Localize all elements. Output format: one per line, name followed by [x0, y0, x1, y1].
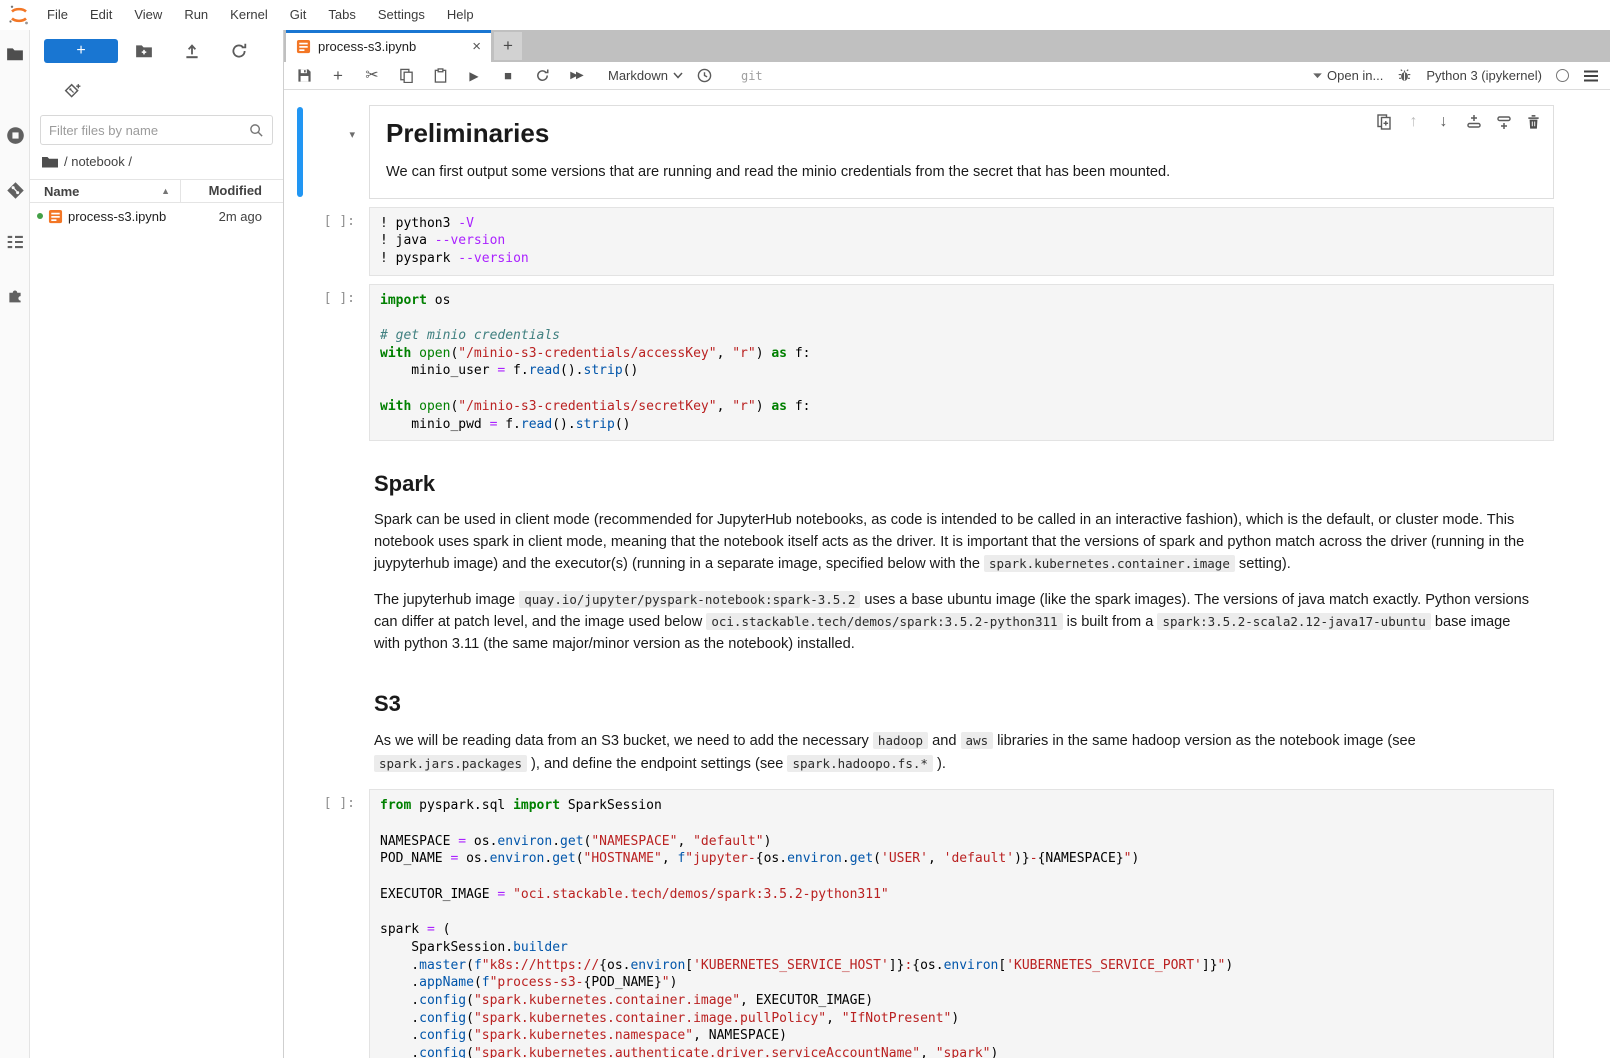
- code-editor[interactable]: from pyspark.sql import SparkSession NAM…: [369, 789, 1554, 1058]
- running-kernels-icon[interactable]: [5, 125, 25, 145]
- cell-code-spark-session: [ ]: from pyspark.sql import SparkSessio…: [294, 789, 1554, 1058]
- cell-toolbar: ↑ ↓: [1371, 111, 1546, 132]
- insert-cell-icon[interactable]: +: [330, 68, 346, 84]
- paste-icon[interactable]: [432, 68, 448, 84]
- restart-kernel-icon[interactable]: [534, 68, 550, 84]
- cell-prompt: [ ]:: [294, 207, 369, 276]
- file-modified: 2m ago: [219, 209, 283, 224]
- column-name[interactable]: Name ▲: [30, 184, 180, 199]
- run-icon[interactable]: ▶: [466, 68, 482, 84]
- cell-prompt: [ ]:: [294, 284, 369, 442]
- menu-kernel[interactable]: Kernel: [219, 0, 279, 30]
- debugger-icon[interactable]: [1397, 68, 1412, 83]
- file-name: process-s3.ipynb: [68, 209, 219, 224]
- selected-cell-indicator: [297, 107, 303, 197]
- kernel-name[interactable]: Python 3 (ipykernel): [1426, 68, 1542, 83]
- move-cell-up-icon[interactable]: ↑: [1405, 113, 1422, 130]
- new-tab-button[interactable]: +: [494, 32, 522, 60]
- save-icon[interactable]: [296, 68, 312, 84]
- delete-cell-icon[interactable]: [1525, 113, 1542, 130]
- close-tab-icon[interactable]: ×: [472, 39, 481, 54]
- column-modified[interactable]: Modified: [180, 180, 283, 202]
- toolbar-menu-icon[interactable]: [1583, 69, 1599, 83]
- menu-tabs[interactable]: Tabs: [317, 0, 366, 30]
- main-panel: process-s3.ipynb × + + ✂ ▶ ■ ▶▶: [283, 30, 1610, 1058]
- activity-bar: [0, 30, 30, 1058]
- markdown-paragraph: The jupyterhub image quay.io/jupyter/pys…: [374, 589, 1538, 656]
- cut-icon[interactable]: ✂: [364, 68, 380, 84]
- file-filter-input[interactable]: [49, 123, 249, 138]
- git-toolbar-button[interactable]: git: [741, 69, 763, 83]
- chevron-down-icon: [673, 72, 683, 79]
- heading-s3: S3: [374, 691, 1538, 717]
- heading-preliminaries: Preliminaries: [386, 118, 1537, 149]
- menu-file[interactable]: File: [36, 0, 79, 30]
- copy-icon[interactable]: [398, 68, 414, 84]
- restart-run-all-icon[interactable]: ▶▶: [568, 68, 584, 84]
- move-cell-down-icon[interactable]: ↓: [1435, 113, 1452, 130]
- table-of-contents-icon[interactable]: [5, 232, 25, 252]
- cell-markdown-s3: S3 As we will be reading data from an S3…: [294, 669, 1554, 781]
- open-in-dropdown[interactable]: Open in...: [1313, 68, 1383, 83]
- collapse-heading-icon[interactable]: ▾: [349, 129, 355, 141]
- cell-code-versions: [ ]: ! python3 -V! java --version! pyspa…: [294, 207, 1554, 276]
- cell-prompt: [ ]:: [294, 789, 369, 1058]
- menu-bar: File Edit View Run Kernel Git Tabs Setti…: [0, 0, 1610, 30]
- file-browser-icon[interactable]: [5, 44, 25, 64]
- file-row[interactable]: process-s3.ipynb 2m ago: [30, 204, 283, 228]
- file-browser-panel: +: [30, 30, 283, 1058]
- notebook-file-icon: [296, 39, 311, 54]
- execution-time-icon[interactable]: [697, 68, 713, 84]
- file-filter: [40, 115, 273, 145]
- markdown-cell-body: Spark Spark can be used in client mode (…: [369, 449, 1554, 661]
- insert-cell-below-icon[interactable]: [1495, 113, 1512, 130]
- notebook-toolbar: + ✂ ▶ ■ ▶▶ Markdown git: [284, 62, 1610, 90]
- tab-title: process-s3.ipynb: [318, 39, 466, 54]
- refresh-icon[interactable]: [230, 42, 248, 60]
- new-folder-icon[interactable]: [135, 42, 153, 60]
- menu-help[interactable]: Help: [436, 0, 485, 30]
- menu-edit[interactable]: Edit: [79, 0, 123, 30]
- git-icon[interactable]: [5, 180, 25, 200]
- file-status-dot: [37, 213, 43, 219]
- breadcrumb[interactable]: / notebook /: [42, 154, 132, 169]
- markdown-cell-body: S3 As we will be reading data from an S3…: [369, 669, 1554, 781]
- markdown-paragraph: As we will be reading data from an S3 bu…: [374, 730, 1538, 775]
- new-launcher-button[interactable]: +: [44, 39, 118, 63]
- extensions-icon[interactable]: [5, 285, 25, 305]
- jupyter-logo-icon: [8, 4, 30, 26]
- tab-bar: process-s3.ipynb × +: [284, 30, 1610, 62]
- menu-run[interactable]: Run: [173, 0, 219, 30]
- insert-cell-above-icon[interactable]: [1465, 113, 1482, 130]
- jupyterlab-window: File Edit View Run Kernel Git Tabs Setti…: [0, 0, 1610, 1058]
- heading-spark: Spark: [374, 471, 1538, 497]
- notebook-file-icon: [48, 209, 63, 224]
- git-clone-icon[interactable]: [63, 82, 83, 102]
- stop-icon[interactable]: ■: [500, 68, 516, 84]
- menu-settings[interactable]: Settings: [367, 0, 436, 30]
- menu-git[interactable]: Git: [279, 0, 318, 30]
- code-editor[interactable]: ! python3 -V! java --version! pyspark --…: [369, 207, 1554, 276]
- markdown-paragraph: Spark can be used in client mode (recomm…: [374, 510, 1538, 576]
- upload-icon[interactable]: [183, 42, 201, 60]
- breadcrumb-path: / notebook /: [64, 154, 132, 169]
- folder-icon: [42, 155, 58, 169]
- caret-down-icon: [1313, 73, 1322, 79]
- cell-markdown-spark: Spark Spark can be used in client mode (…: [294, 449, 1554, 661]
- notebook-content: ▾ Preliminaries We can first output some…: [284, 90, 1610, 1058]
- search-icon: [249, 123, 264, 138]
- kernel-status-icon: [1556, 69, 1569, 82]
- file-browser-actions: +: [30, 30, 283, 78]
- tab-process-s3[interactable]: process-s3.ipynb ×: [286, 30, 491, 62]
- duplicate-cell-icon[interactable]: [1375, 113, 1392, 130]
- file-list-header: Name ▲ Modified: [30, 179, 283, 203]
- sort-ascending-icon: ▲: [161, 186, 170, 196]
- markdown-paragraph: We can first output some versions that a…: [386, 162, 1537, 184]
- cell-markdown-preliminaries: ▾ Preliminaries We can first output some…: [294, 105, 1554, 199]
- code-editor[interactable]: import os # get minio credentialswith op…: [369, 284, 1554, 442]
- cell-code-credentials: [ ]: import os # get minio credentialswi…: [294, 284, 1554, 442]
- cell-type-dropdown[interactable]: Markdown: [608, 68, 683, 83]
- menu-view[interactable]: View: [123, 0, 173, 30]
